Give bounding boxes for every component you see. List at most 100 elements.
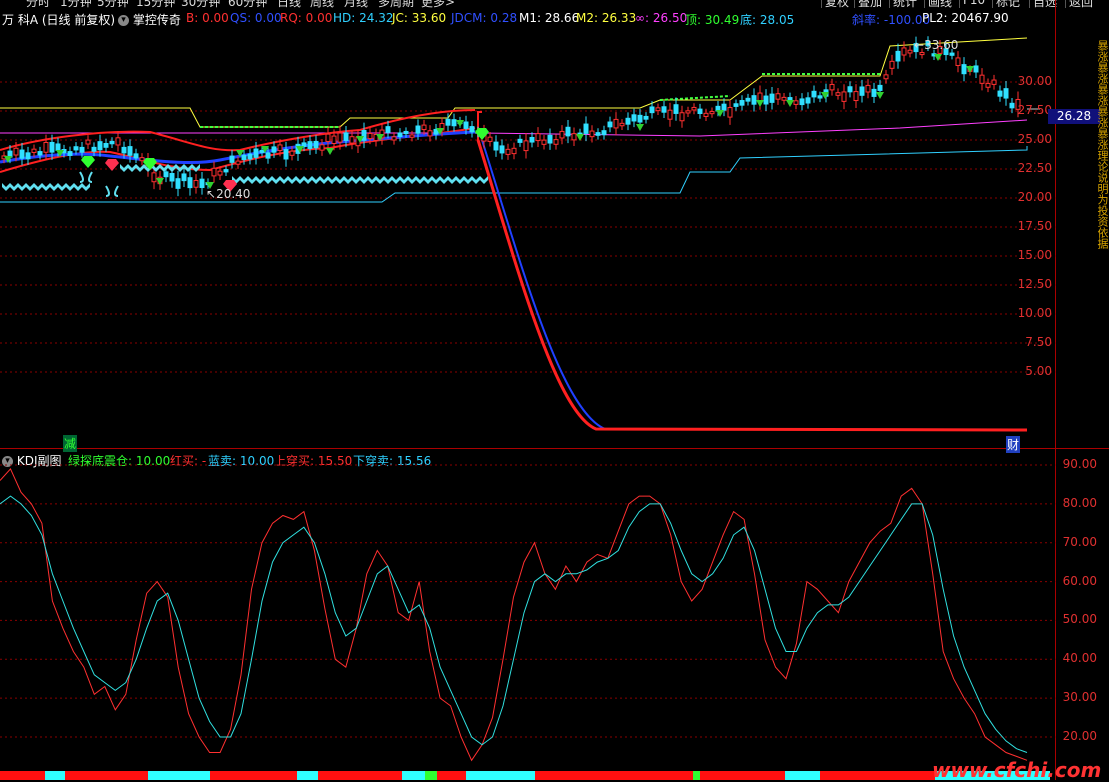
candle-body xyxy=(97,141,103,151)
candle-body xyxy=(919,52,925,56)
signal-segment xyxy=(148,771,210,780)
signal-segment xyxy=(0,771,45,780)
candle-body xyxy=(403,130,409,135)
chevron-signal-icon xyxy=(480,176,488,184)
candle-body xyxy=(529,136,535,143)
kdj-tick-label: 90.00 xyxy=(1062,457,1097,471)
candle-body xyxy=(877,84,883,91)
candle-body xyxy=(997,90,1003,97)
channel-upper-red xyxy=(0,109,476,152)
butterfly-icon xyxy=(79,171,93,183)
signal-segment xyxy=(425,771,437,780)
kdj-tick-label: 40.00 xyxy=(1062,651,1097,666)
candle-body xyxy=(319,144,325,151)
candle-body xyxy=(547,134,553,144)
main-price-chart[interactable] xyxy=(0,0,1056,448)
candle-body xyxy=(559,130,565,139)
candle-body xyxy=(289,150,295,156)
signal-segment xyxy=(437,771,466,780)
candle-body xyxy=(721,103,727,111)
chevron-signal-icon xyxy=(360,176,368,184)
buy-signal-arrow xyxy=(636,124,644,131)
candle-body xyxy=(901,47,907,56)
chevron-signal-icon xyxy=(328,176,336,184)
toolbar-button[interactable]: 返回 xyxy=(1069,0,1093,8)
high-price-value: 33.60 xyxy=(924,38,959,52)
buy-signal-arrow xyxy=(786,100,794,107)
candle-body xyxy=(565,126,571,137)
candle-body xyxy=(817,95,823,99)
candle-body xyxy=(271,146,277,153)
candle-body xyxy=(13,147,19,156)
chevron-signal-icon xyxy=(58,183,66,191)
candle-body xyxy=(661,106,667,113)
candle-body xyxy=(307,141,313,149)
chevron-signal-icon xyxy=(368,176,376,184)
diamond-signal-icon xyxy=(81,156,95,168)
y-tick-label: 7.50 xyxy=(1025,335,1052,349)
candle-body xyxy=(25,152,31,160)
chevron-signal-icon xyxy=(384,176,392,184)
current-price-tag: 26.28 xyxy=(1048,109,1100,124)
candle-body xyxy=(571,133,577,141)
buy-signal-arrow xyxy=(934,54,942,61)
candle-body xyxy=(133,153,139,159)
toolbar-separator xyxy=(1065,0,1066,8)
candle-body xyxy=(415,125,421,134)
chevron-signal-icon xyxy=(432,176,440,184)
candle-body xyxy=(889,60,895,69)
candle-body xyxy=(781,96,787,101)
signal-segment xyxy=(318,771,402,780)
butterfly-icon xyxy=(105,185,119,197)
candle-body xyxy=(847,86,853,93)
chevron-signal-icon xyxy=(34,183,42,191)
candle-body xyxy=(775,93,781,100)
candle-body xyxy=(175,178,181,189)
signal-strip xyxy=(0,771,1050,780)
kdj-chart[interactable] xyxy=(0,449,1056,780)
candle-body xyxy=(325,133,331,142)
candle-body xyxy=(31,148,37,153)
candle-body xyxy=(907,49,913,54)
y-tick-label: 20.00 xyxy=(1017,190,1052,204)
candle-body xyxy=(385,126,391,133)
candle-body xyxy=(553,139,559,145)
y-tick-label: 12.50 xyxy=(1017,277,1052,291)
signal-segment xyxy=(535,771,693,780)
candle-body xyxy=(829,83,835,91)
signal-segment xyxy=(693,771,700,780)
chevron-signal-icon xyxy=(184,164,192,172)
signal-segment xyxy=(402,771,425,780)
candle-body xyxy=(115,137,121,146)
y-tick-label: 25.00 xyxy=(1017,132,1052,146)
chevron-signal-icon xyxy=(42,183,50,191)
candle-body xyxy=(631,114,637,122)
chevron-signal-icon xyxy=(424,176,432,184)
chevron-signal-icon xyxy=(176,164,184,172)
candle-body xyxy=(223,169,229,173)
chevron-signal-icon xyxy=(256,176,264,184)
candle-body xyxy=(601,130,607,136)
candle-body xyxy=(811,90,817,98)
candle-body xyxy=(445,118,451,126)
candle-body xyxy=(667,109,673,120)
candle-body xyxy=(607,121,613,128)
chevron-signal-icon xyxy=(408,176,416,184)
signal-segment xyxy=(700,771,785,780)
candle-body xyxy=(361,130,367,141)
candle-body xyxy=(259,149,265,153)
candle-body xyxy=(265,152,271,159)
candle-body xyxy=(349,136,355,144)
candle-body xyxy=(187,177,193,189)
signal-segment xyxy=(820,771,935,780)
candle-body xyxy=(691,106,697,111)
signal-segment xyxy=(65,771,148,780)
chevron-signal-icon xyxy=(280,176,288,184)
chevron-signal-icon xyxy=(304,176,312,184)
chevron-signal-icon xyxy=(472,176,480,184)
signal-segment xyxy=(45,771,65,780)
candle-body xyxy=(331,135,337,145)
candle-body xyxy=(139,157,145,162)
chevron-signal-icon xyxy=(392,176,400,184)
chevron-signal-icon xyxy=(296,176,304,184)
